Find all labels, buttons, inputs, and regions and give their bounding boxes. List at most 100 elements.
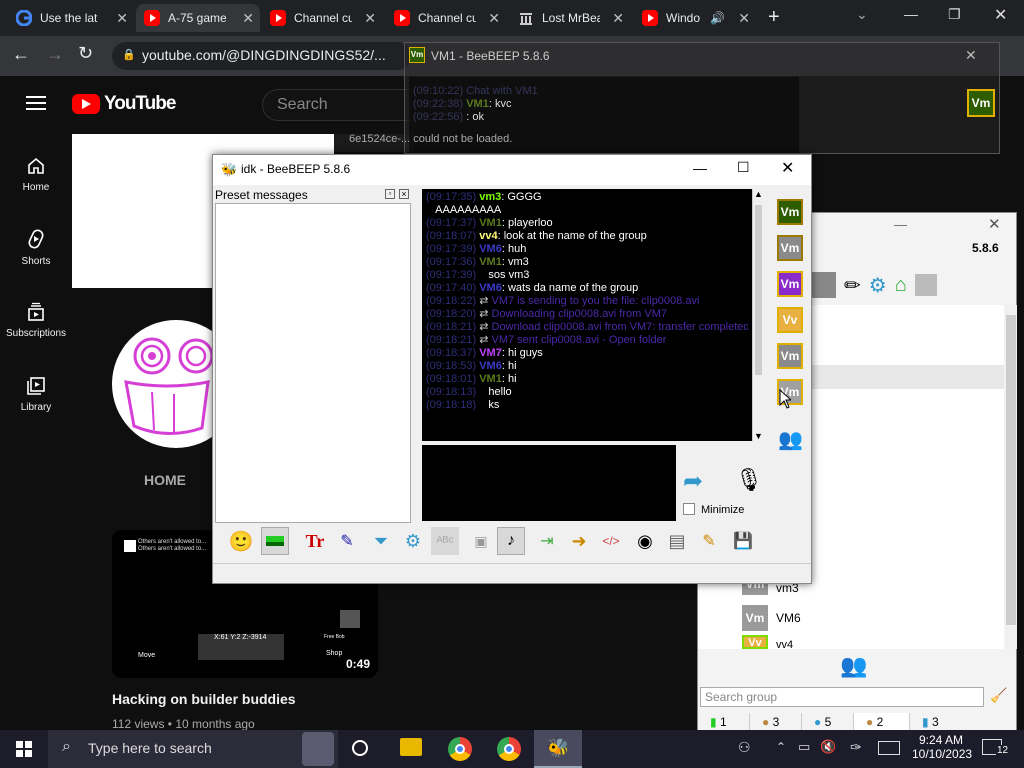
nav-label: Library bbox=[20, 402, 52, 413]
clock[interactable]: 9:24 AM 10/10/2023 bbox=[912, 733, 972, 761]
send-file-icon[interactable]: ➜ bbox=[565, 527, 593, 555]
network-icon[interactable]: ▭ bbox=[798, 739, 810, 755]
channel-avatar[interactable] bbox=[112, 320, 212, 450]
windows-start-icon[interactable] bbox=[16, 741, 32, 757]
trash-icon[interactable] bbox=[914, 274, 937, 296]
chrome-icon[interactable] bbox=[448, 737, 472, 761]
member-avatar[interactable]: Vm bbox=[777, 235, 803, 261]
member-avatar[interactable]: Vm bbox=[777, 343, 803, 369]
chrome-icon[interactable] bbox=[497, 737, 521, 761]
html-icon[interactable]: </> bbox=[597, 527, 625, 555]
keyboard-icon[interactable] bbox=[878, 741, 900, 755]
beebeep-taskbar-button[interactable]: 🐝 bbox=[534, 730, 582, 768]
close-tab-icon[interactable]: ✕ bbox=[488, 10, 500, 27]
clear-search-icon[interactable]: 🧹 bbox=[990, 687, 1007, 704]
screenshot-icon[interactable]: ◉ bbox=[631, 527, 659, 555]
edit-note-icon[interactable]: ✎ bbox=[695, 527, 723, 555]
member-avatar[interactable]: Vv bbox=[777, 307, 803, 333]
home-icon[interactable]: ⌂ bbox=[895, 274, 907, 297]
address-bar[interactable]: 🔒 youtube.com/@DINGDINGDINGS52/... bbox=[112, 42, 412, 70]
send-message-icon[interactable]: ➦ bbox=[683, 467, 703, 496]
member-avatar[interactable]: Vm bbox=[777, 199, 803, 225]
emoticon-icon[interactable]: 🙂 bbox=[227, 527, 255, 555]
window-minimize-button[interactable]: — bbox=[904, 6, 918, 22]
people-icon[interactable]: ⚇ bbox=[738, 739, 751, 756]
close-tab-icon[interactable]: ✕ bbox=[738, 10, 750, 27]
tab-youtube-active[interactable]: A-75 game ✕ bbox=[136, 4, 260, 32]
user-list-scrollbar[interactable] bbox=[1005, 305, 1017, 649]
message-input[interactable] bbox=[422, 445, 676, 521]
save-icon[interactable]: 💾 bbox=[729, 527, 757, 555]
task-view-icon[interactable] bbox=[352, 740, 368, 756]
preset-messages-list[interactable] bbox=[215, 203, 411, 523]
user-name[interactable]: VM6 bbox=[776, 611, 801, 625]
chevron-up-icon[interactable]: ⌃ bbox=[776, 740, 786, 754]
forward-button[interactable]: → bbox=[46, 44, 64, 65]
user-avatar: Vv bbox=[742, 635, 768, 649]
search-group-input[interactable]: Search group bbox=[700, 687, 984, 707]
minimize-button[interactable]: — bbox=[894, 217, 907, 232]
taskbar-search-box[interactable]: ⌕ Type here to search bbox=[48, 730, 338, 768]
tab-youtube[interactable]: Channel cu ✕ bbox=[262, 4, 382, 32]
tab-count: 2 bbox=[876, 715, 884, 729]
new-tab-button[interactable]: + bbox=[768, 6, 780, 29]
maximize-button[interactable]: ☐ bbox=[737, 159, 750, 176]
member-avatar[interactable]: Vm bbox=[777, 271, 803, 297]
close-tab-icon[interactable]: ✕ bbox=[116, 10, 128, 27]
tab-youtube[interactable]: Channel cu ✕ bbox=[386, 4, 506, 32]
nav-subscriptions[interactable]: Subscriptions bbox=[0, 302, 72, 339]
export-icon[interactable]: ⇥ bbox=[533, 527, 561, 555]
minimize-checkbox[interactable] bbox=[683, 503, 695, 515]
close-button[interactable]: ✕ bbox=[988, 215, 1001, 233]
back-button[interactable]: ← bbox=[12, 44, 30, 65]
minimize-button[interactable]: — bbox=[693, 160, 707, 176]
filter-icon[interactable]: ⏷ bbox=[367, 527, 395, 555]
close-tab-icon[interactable]: ✕ bbox=[364, 10, 376, 27]
window-restore-button[interactable]: ❐ bbox=[948, 6, 961, 23]
tab-youtube[interactable]: Windo 🔊 ✕ bbox=[634, 4, 756, 32]
font-icon[interactable]: Tr bbox=[301, 527, 329, 555]
tab-search-icon[interactable]: ⌄ bbox=[856, 6, 868, 23]
vm1-avatar[interactable]: Vm bbox=[967, 89, 995, 117]
reload-button[interactable]: ↻ bbox=[78, 43, 93, 64]
file-explorer-icon[interactable] bbox=[400, 738, 422, 756]
youtube-search-input[interactable]: Search bbox=[262, 89, 412, 121]
nav-library[interactable]: Library bbox=[0, 376, 72, 413]
group-users-icon[interactable]: 👥 bbox=[840, 653, 867, 679]
close-button[interactable]: ✕ bbox=[781, 158, 794, 178]
float-panel-icon[interactable]: ▫ bbox=[385, 189, 395, 199]
close-tab-icon[interactable]: ✕ bbox=[242, 10, 254, 27]
youtube-logo-text[interactable]: YouTube bbox=[104, 93, 176, 115]
settings-icon[interactable]: ⚙ bbox=[399, 527, 427, 555]
youtube-logo-icon[interactable] bbox=[72, 94, 100, 114]
close-panel-icon[interactable]: × bbox=[399, 189, 409, 199]
settings-icon[interactable] bbox=[810, 272, 836, 298]
hamburger-menu-icon[interactable] bbox=[26, 96, 46, 110]
chat-time: (09:22:38) bbox=[413, 98, 464, 110]
pen-icon[interactable]: ✑ bbox=[850, 739, 862, 756]
channel-tab-home[interactable]: HOME bbox=[144, 472, 186, 488]
close-button[interactable]: ✕ bbox=[965, 47, 977, 64]
text-color-icon[interactable] bbox=[261, 527, 289, 555]
edit-icon[interactable]: ✏ bbox=[844, 273, 861, 298]
shorts-icon bbox=[28, 229, 44, 249]
tab-page[interactable]: Lost MrBea ✕ bbox=[510, 4, 630, 32]
print-icon[interactable]: ▤ bbox=[663, 527, 691, 555]
network-icon[interactable]: ⚙ bbox=[869, 273, 887, 298]
video-title[interactable]: Hacking on builder buddies bbox=[112, 691, 296, 707]
tab-google[interactable]: Use the lat ✕ bbox=[8, 4, 134, 32]
microphone-icon[interactable]: 🎙 bbox=[735, 467, 763, 493]
nav-shorts[interactable]: Shorts bbox=[0, 228, 72, 267]
volume-muted-icon[interactable]: 🔇 bbox=[820, 739, 836, 755]
group-members-icon[interactable]: 👥 bbox=[778, 427, 803, 452]
close-tab-icon[interactable]: ✕ bbox=[612, 10, 624, 27]
user-name[interactable]: vv4 bbox=[776, 639, 793, 649]
nav-home[interactable]: Home bbox=[0, 156, 72, 193]
font-style-icon[interactable]: ✎ bbox=[333, 527, 361, 555]
ai-icon[interactable]: ▣ bbox=[467, 527, 495, 555]
spellcheck-icon[interactable]: ᴬᴮᶜ bbox=[431, 527, 459, 555]
window-close-button[interactable]: ✕ bbox=[994, 5, 1007, 25]
note-icon[interactable]: ♪ bbox=[497, 527, 525, 555]
chat-scrollbar[interactable]: ▲ ▼ bbox=[752, 189, 764, 441]
clock-time: 9:24 AM bbox=[918, 733, 964, 747]
